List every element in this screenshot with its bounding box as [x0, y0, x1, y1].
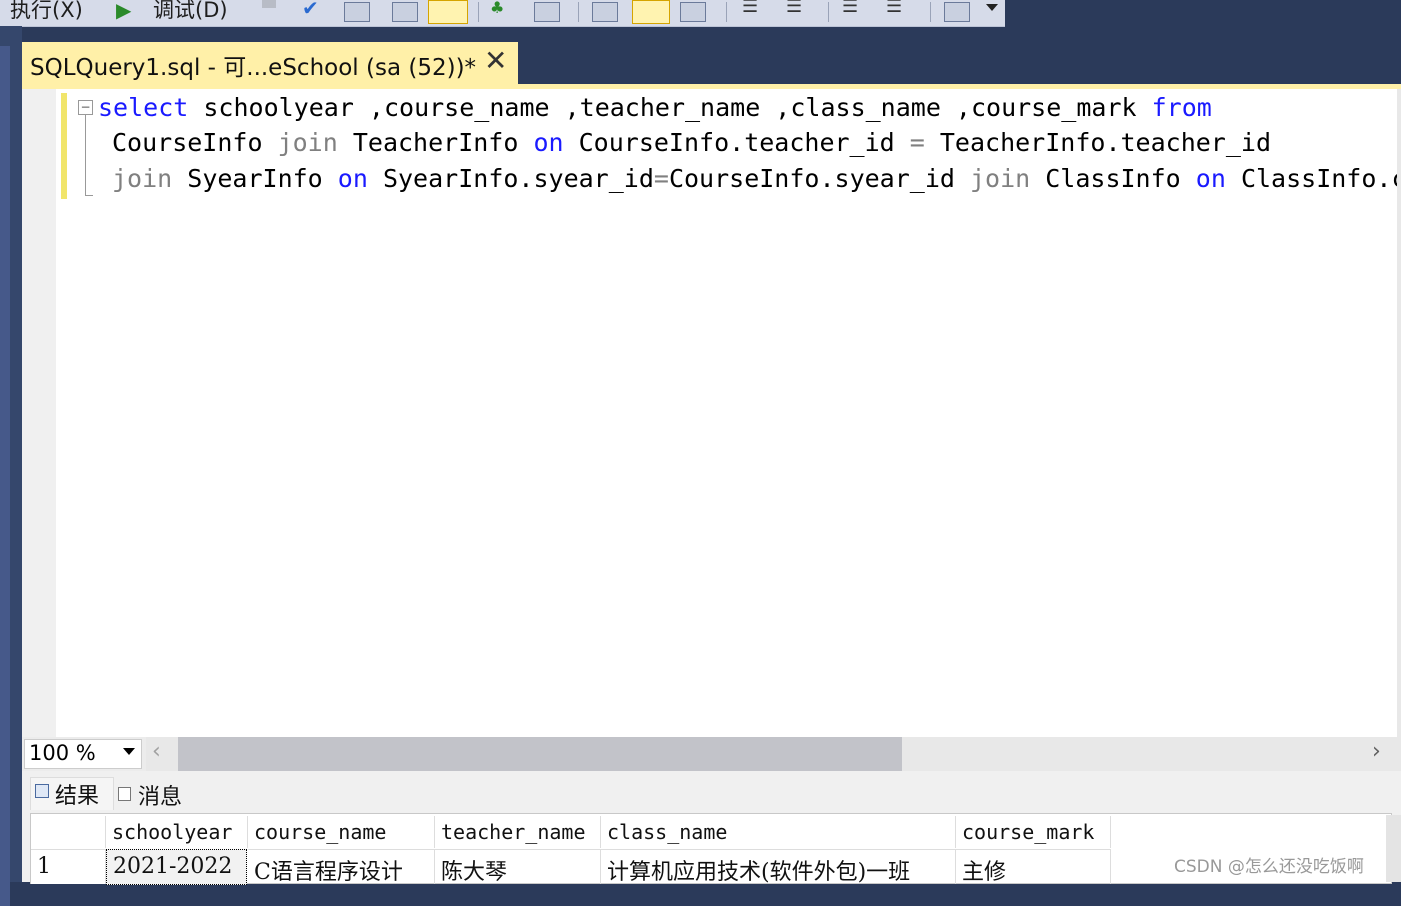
tab-messages[interactable]: 消息 [114, 777, 190, 810]
toolbar-separator [578, 2, 579, 22]
increase-indent-icon[interactable]: ☰ [886, 0, 910, 17]
toolbar-separator [726, 2, 727, 22]
execute-menu[interactable]: 执行(X) [10, 0, 83, 24]
column-header[interactable]: course_name [248, 816, 435, 848]
results-to-text-icon[interactable] [592, 2, 618, 22]
column-header[interactable]: class_name [601, 816, 956, 848]
cell-value: 陈大琴 [441, 860, 508, 885]
client-stats-icon[interactable] [534, 2, 560, 22]
tab-messages-label: 消息 [138, 785, 183, 810]
row-header-corner [31, 816, 106, 848]
table-cell[interactable]: 计算机应用技术(软件外包)一班 [601, 849, 956, 885]
column-header-label: schoolyear [112, 820, 233, 844]
close-icon[interactable]: ✕ [484, 44, 507, 77]
results-grid-active-icon[interactable] [632, 0, 670, 24]
cell-value: C语言程序设计 [254, 860, 403, 885]
toolbar-background [1005, 0, 1401, 32]
toolbar-separator [828, 2, 829, 22]
chevron-down-icon [123, 748, 135, 755]
editor-gutter [22, 89, 56, 737]
grid-icon [35, 784, 49, 798]
toolbar-separator [478, 2, 479, 22]
watermark: CSDN @怎么还没吃饭啊 [1174, 857, 1364, 877]
specify-template-icon[interactable] [944, 2, 970, 22]
tab-results[interactable]: 结果 [30, 777, 114, 810]
column-header-label: course_mark [962, 820, 1095, 844]
cell-value: 计算机应用技术(软件外包)一班 [607, 860, 911, 885]
comment-icon[interactable]: ☰ [742, 0, 766, 17]
toolbar-overflow-icon[interactable] [986, 4, 998, 11]
tab-title: SQLQuery1.sql - 可...eSchool (sa (52))* [30, 55, 477, 81]
row-number-label: 1 [37, 854, 51, 879]
column-header-label: class_name [607, 820, 728, 844]
table-cell[interactable]: 陈大琴 [435, 849, 601, 885]
collapse-icon[interactable]: − [78, 100, 93, 115]
column-header[interactable]: schoolyear [106, 816, 248, 848]
zoom-dropdown[interactable]: 100 % [24, 739, 142, 769]
outline-end [85, 195, 93, 196]
outline-line [85, 115, 86, 195]
uncomment-icon[interactable]: ☰ [786, 0, 810, 17]
scroll-right-icon[interactable]: › [1372, 739, 1381, 764]
query-toolbar: 执行(X) ▶ 调试(D) ✔ ♣ ☰ ☰ ☰ ☰ [0, 0, 1005, 27]
table-cell[interactable]: C语言程序设计 [248, 849, 435, 885]
results-to-file-icon[interactable] [680, 2, 706, 22]
tab-results-label: 结果 [55, 784, 100, 809]
change-tracking-bar [61, 93, 67, 199]
column-header[interactable]: teacher_name [435, 816, 601, 848]
column-header[interactable]: course_mark [956, 816, 1111, 848]
stop-icon[interactable] [262, 0, 276, 8]
left-dock-strip [0, 26, 22, 906]
toolbar-separator [930, 2, 931, 22]
editor-status-bar: 100 % ‹ › [22, 737, 1401, 771]
message-icon [118, 787, 131, 801]
code-line-3: join SyearInfo on SyearInfo.syear_id=Cou… [112, 164, 1401, 193]
column-header-label: course_name [254, 820, 387, 844]
play-icon[interactable]: ▶ [116, 0, 140, 22]
cell-value: 主修 [962, 860, 1007, 885]
tab-sqlquery1[interactable]: SQLQuery1.sql - 可...eSchool (sa (52))* ✕ [22, 42, 518, 84]
horizontal-scrollbar[interactable]: ‹ › [146, 737, 1401, 771]
table-cell[interactable]: 2021-2022 [106, 849, 247, 885]
parse-check-icon[interactable]: ✔ [302, 0, 326, 20]
code-line-2: CourseInfo join TeacherInfo on CourseInf… [112, 128, 1272, 157]
decrease-indent-icon[interactable]: ☰ [842, 0, 866, 17]
cell-value: 2021-2022 [113, 854, 233, 879]
table-cell[interactable]: 主修 [956, 849, 1111, 885]
query-designer-icon[interactable] [344, 2, 370, 22]
row-number[interactable]: 1 [31, 849, 106, 884]
debug-menu[interactable]: 调试(D) [153, 0, 228, 24]
column-header-label: teacher_name [441, 820, 586, 844]
specify-values-icon[interactable] [392, 2, 418, 22]
sql-editor[interactable]: − select schoolyear ,course_name ,teache… [22, 89, 1401, 737]
scrollbar-thumb[interactable] [178, 737, 902, 771]
include-plan-icon[interactable]: ♣ [490, 0, 514, 17]
code-line-1: select schoolyear ,course_name ,teacher_… [98, 93, 1212, 122]
scroll-left-icon[interactable]: ‹ [152, 739, 161, 764]
editor-vertical-scrollbar[interactable] [1397, 89, 1401, 737]
results-vertical-scrollbar[interactable] [1386, 815, 1401, 882]
zoom-value: 100 % [29, 741, 96, 765]
results-to-grid-icon[interactable] [428, 0, 468, 24]
